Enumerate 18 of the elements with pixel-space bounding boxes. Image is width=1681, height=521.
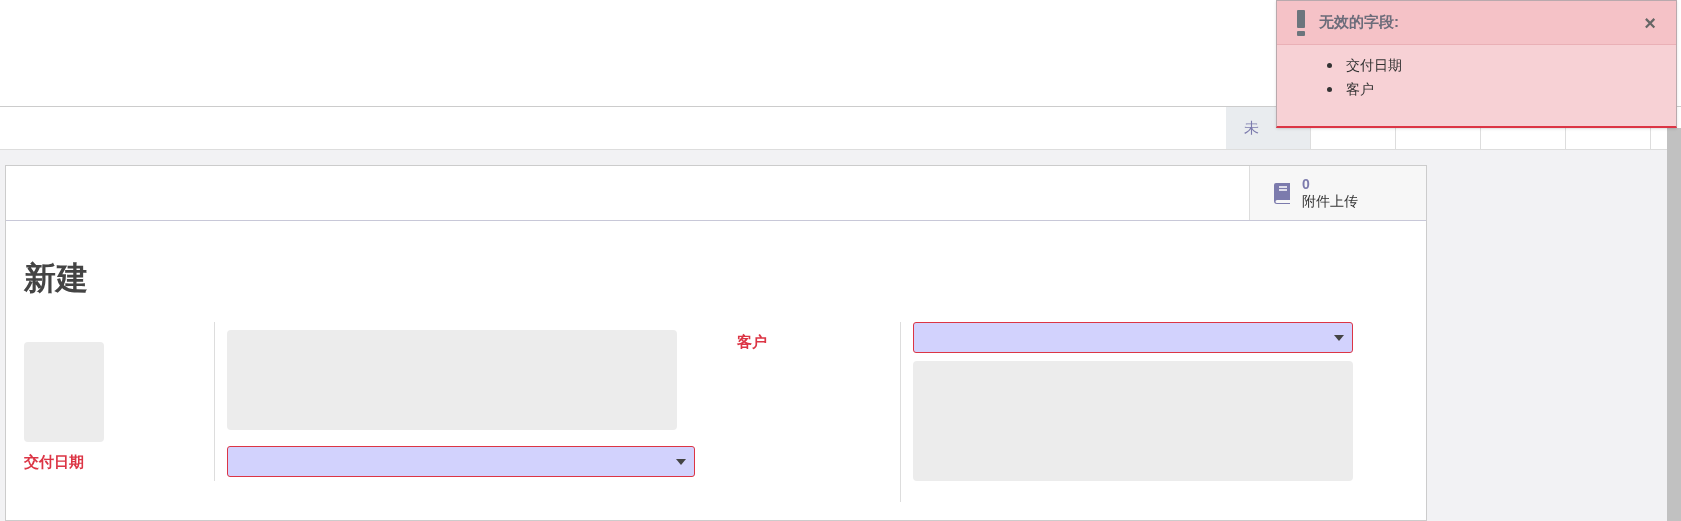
- bullet-icon: [1327, 63, 1332, 68]
- close-button[interactable]: ×: [1644, 12, 1656, 33]
- record-title: 新建: [24, 259, 89, 298]
- attachment-count: 0: [1302, 175, 1310, 193]
- attachment-label: 附件上传: [1302, 193, 1358, 211]
- bullet-icon: [1327, 87, 1332, 92]
- exclamation-icon: [1297, 9, 1305, 36]
- caret-icon: [676, 458, 686, 465]
- attachment-button[interactable]: 0 附件上传: [1249, 166, 1426, 220]
- field-label: 客户: [737, 333, 767, 350]
- invalid-field-item: 客户: [1346, 80, 1374, 99]
- field-label: 交付日期: [24, 452, 84, 470]
- scrollbar[interactable]: [1667, 128, 1681, 521]
- caret-icon: [1334, 334, 1344, 341]
- notification-title: 无效的字段:: [1319, 12, 1400, 33]
- invalid-field-item: 交付日期: [1346, 56, 1402, 75]
- dropdown-field[interactable]: [227, 446, 695, 477]
- dropdown-field[interactable]: [913, 322, 1353, 353]
